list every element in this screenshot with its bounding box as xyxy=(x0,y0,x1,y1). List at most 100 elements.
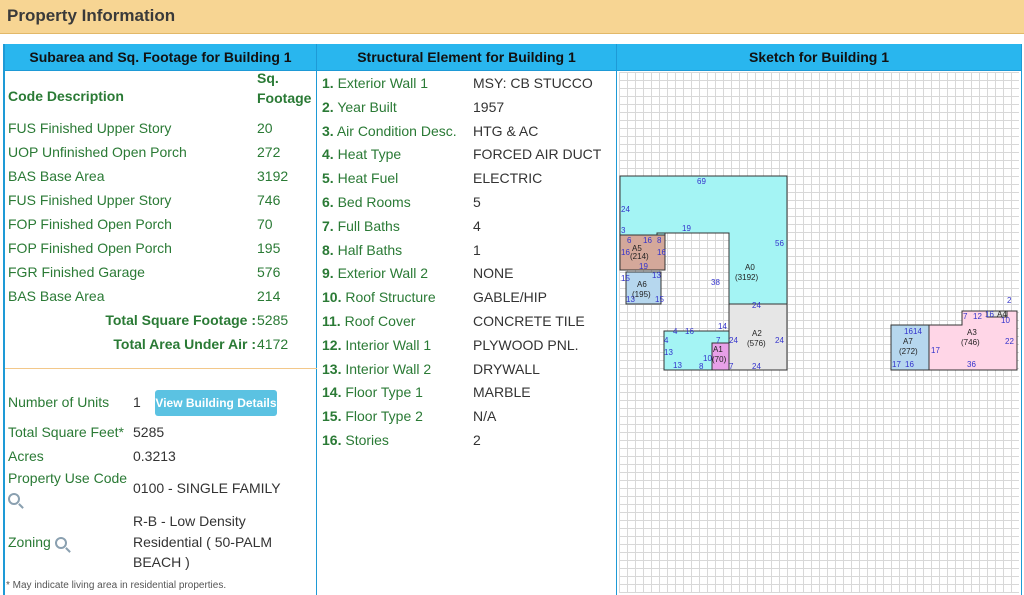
svg-text:8: 8 xyxy=(699,362,704,371)
acres-value: 0.3213 xyxy=(133,448,176,464)
structure-label-text: Floor Type 1 xyxy=(345,384,423,401)
label-a5-area: (214) xyxy=(630,252,649,261)
structure-value: MARBLE xyxy=(473,384,531,401)
structure-value: DRYWALL xyxy=(473,360,540,377)
svg-text:7: 7 xyxy=(729,362,734,371)
view-building-details-button[interactable]: View Building Details xyxy=(155,390,277,416)
property-use-code-value: 0100 - SINGLE FAMILY xyxy=(133,480,281,496)
total-sqft-value: 5285 xyxy=(257,312,289,328)
svg-text:36: 36 xyxy=(967,360,976,369)
structure-value: N/A xyxy=(473,408,497,425)
code-cell: FOP Finished Open Porch xyxy=(8,240,172,256)
structure-heading: Structural Element for Building 1 xyxy=(317,44,616,71)
page-title-bar: Property Information xyxy=(0,0,1024,34)
units-label: Number of Units xyxy=(8,394,110,410)
structure-label-text: Roof Structure xyxy=(345,289,436,306)
code-cell: FUS Finished Upper Story xyxy=(8,192,172,208)
svg-text:14: 14 xyxy=(718,322,727,331)
structure-label-text: Full Baths xyxy=(337,217,400,234)
label-a4: A4 xyxy=(997,310,1007,319)
structure-label: 9. Exterior Wall 2 xyxy=(322,265,428,281)
svg-text:24: 24 xyxy=(752,362,761,371)
sqft-cell: 214 xyxy=(257,288,281,304)
svg-text:16: 16 xyxy=(985,310,994,319)
structure-label-text: Heat Type xyxy=(337,146,402,163)
structure-label: 13. Interior Wall 2 xyxy=(322,361,431,377)
table-row: FUS Finished Upper Story 20 xyxy=(8,116,313,140)
svg-text:69: 69 xyxy=(697,177,706,186)
subarea-panel: Subarea and Sq. Footage for Building 1 C… xyxy=(3,44,317,595)
property-use-code-label: Property Use Code xyxy=(8,470,128,486)
structure-label: 3. Air Condition Desc. xyxy=(322,123,457,139)
sqft-cell: 70 xyxy=(257,216,273,232)
structure-number: 9. xyxy=(322,265,334,282)
structure-label: 15. Floor Type 2 xyxy=(322,408,423,424)
property-use-search-icon[interactable] xyxy=(8,490,20,506)
code-cell: UOP Unfinished Open Porch xyxy=(8,144,187,160)
svg-text:38: 38 xyxy=(711,278,720,287)
label-a6: A6 xyxy=(637,280,647,289)
structure-value: 4 xyxy=(473,217,481,234)
svg-text:19: 19 xyxy=(682,224,691,233)
total-area-label: Total Area Under Air : xyxy=(113,336,256,352)
structure-label: 1. Exterior Wall 1 xyxy=(322,75,428,91)
footnote: * May indicate living area in residentia… xyxy=(6,580,227,591)
table-row: FOP Finished Open Porch 195 xyxy=(8,236,313,260)
structure-number: 10. xyxy=(322,289,342,306)
structure-label-text: Interior Wall 1 xyxy=(345,336,432,353)
svg-text:7: 7 xyxy=(716,336,721,345)
label-a6-area: (195) xyxy=(632,290,651,299)
sqft-column-header-line2: Footage xyxy=(257,90,312,106)
structure-value: NONE xyxy=(473,265,514,282)
subarea-header-row: Code Description Sq. Footage xyxy=(8,70,313,120)
structure-label-text: Interior Wall 2 xyxy=(345,360,432,377)
structure-number: 1. xyxy=(322,75,334,91)
structure-label-text: Half Baths xyxy=(337,241,403,258)
zoning-line2: Residential ( 50-PALM xyxy=(133,534,273,550)
svg-text:2: 2 xyxy=(1007,296,1012,305)
total-area-row: Total Area Under Air :4172 xyxy=(8,332,313,356)
code-cell: BAS Base Area xyxy=(8,288,105,304)
svg-text:16: 16 xyxy=(685,327,694,336)
structure-panel: Structural Element for Building 1 1. Ext… xyxy=(317,44,617,595)
label-a2: A2 xyxy=(752,329,762,338)
structure-label-text: Year Built xyxy=(337,98,397,115)
svg-text:19: 19 xyxy=(639,262,648,271)
svg-text:13: 13 xyxy=(664,348,673,357)
sqft-cell: 576 xyxy=(257,264,281,280)
svg-text:4: 4 xyxy=(664,336,669,345)
sketch-heading: Sketch for Building 1 xyxy=(617,44,1021,71)
structure-number: 3. xyxy=(322,122,334,139)
sqft-cell: 746 xyxy=(257,192,281,208)
structure-value: HTG & AC xyxy=(473,122,539,139)
acres-label: Acres xyxy=(8,448,44,464)
structure-number: 6. xyxy=(322,194,334,210)
total-square-feet-label: Total Square Feet* xyxy=(8,424,124,440)
svg-text:24: 24 xyxy=(729,336,738,345)
structure-value: MSY: CB STUCCO xyxy=(473,75,593,91)
svg-text:7: 7 xyxy=(963,312,968,321)
zoning-label-text: Zoning xyxy=(8,534,51,550)
svg-text:13: 13 xyxy=(652,271,661,280)
svg-text:15: 15 xyxy=(655,295,664,304)
svg-text:17: 17 xyxy=(931,346,940,355)
label-a0-area: (3192) xyxy=(735,273,758,282)
zoning-search-icon[interactable] xyxy=(54,537,67,550)
structure-value: ELECTRIC xyxy=(473,170,543,187)
structure-label: 6. Bed Rooms xyxy=(322,194,411,210)
sqft-cell: 272 xyxy=(257,144,281,160)
structure-label: 14. Floor Type 1 xyxy=(322,384,423,400)
svg-text:17: 17 xyxy=(892,360,901,369)
svg-text:16: 16 xyxy=(905,360,914,369)
code-column-header: Code Description xyxy=(8,88,124,104)
structure-label: 7. Full Baths xyxy=(322,218,400,234)
units-value: 1 xyxy=(133,394,141,410)
table-row: FOP Finished Open Porch 70 xyxy=(8,212,313,236)
label-a3: A3 xyxy=(967,328,977,337)
zoning-line3: BEACH ) xyxy=(133,554,190,570)
svg-text:12: 12 xyxy=(973,312,982,321)
structure-label-text: Air Condition Desc. xyxy=(336,122,457,139)
structure-label: 16. Stories xyxy=(322,432,389,448)
structure-number: 15. xyxy=(322,408,342,425)
structure-value: PLYWOOD PNL. xyxy=(473,336,579,353)
